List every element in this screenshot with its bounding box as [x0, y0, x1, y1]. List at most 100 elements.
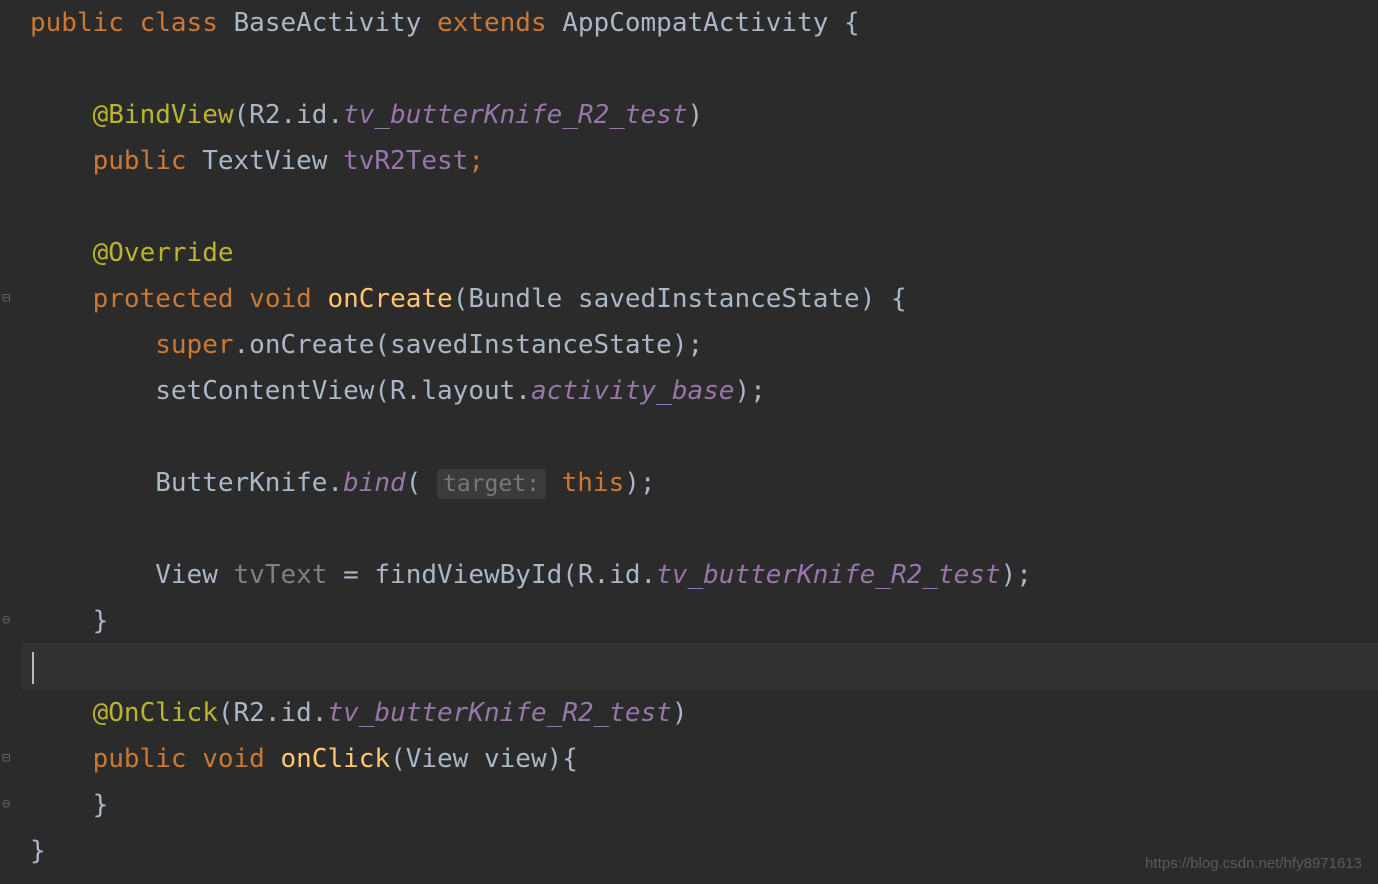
keyword: super — [155, 330, 233, 360]
paren-semi: ); — [734, 376, 765, 406]
dot: . — [327, 100, 343, 130]
fold-icon[interactable]: ⊟ — [2, 290, 10, 306]
local-var: tvText — [234, 560, 328, 590]
param-type: View — [406, 744, 469, 774]
code-line-empty[interactable] — [22, 506, 1378, 552]
field-ref: id — [609, 560, 640, 590]
method-call: setContentView — [155, 376, 374, 406]
code-line-empty[interactable] — [22, 184, 1378, 230]
superclass: AppCompatActivity — [562, 8, 828, 38]
semicolon: ; — [468, 146, 484, 176]
paren-semi: ); — [672, 330, 703, 360]
code-line[interactable]: View tvText = findViewById(R.id.tv_butte… — [22, 552, 1378, 598]
code-line[interactable]: protected void onCreate(Bundle savedInst… — [22, 276, 1378, 322]
dot: . — [312, 698, 328, 728]
keyword: extends — [437, 8, 547, 38]
dot: . — [594, 560, 610, 590]
parameter-hint: target: — [437, 469, 546, 499]
assign: = — [327, 560, 374, 590]
paren: ( — [453, 284, 469, 314]
code-line[interactable]: @OnClick(R2.id.tv_butterKnife_R2_test) — [22, 690, 1378, 736]
paren: ( — [406, 468, 422, 498]
type: TextView — [202, 146, 327, 176]
code-line[interactable]: @BindView(R2.id.tv_butterKnife_R2_test) — [22, 92, 1378, 138]
text-cursor — [32, 652, 34, 684]
param-name: view — [484, 744, 547, 774]
dot: . — [327, 468, 343, 498]
argument: savedInstanceState — [390, 330, 672, 360]
annotation: @OnClick — [93, 698, 218, 728]
code-editor[interactable]: ⊟ ⊖ ⊟ ⊖ public class BaseActivity extend… — [0, 0, 1378, 884]
keyword: void — [249, 284, 312, 314]
class-ref: ButterKnife — [155, 468, 327, 498]
dot: . — [641, 560, 657, 590]
watermark: https://blog.csdn.net/hfy8971613 — [1145, 855, 1362, 872]
brace: { — [828, 8, 859, 38]
class-name: BaseActivity — [234, 8, 422, 38]
code-line[interactable]: super.onCreate(savedInstanceState); — [22, 322, 1378, 368]
fold-icon[interactable]: ⊖ — [2, 612, 10, 628]
field-ref: id — [296, 100, 327, 130]
paren: ( — [218, 698, 234, 728]
paren: ) — [687, 100, 703, 130]
keyword: public — [30, 8, 124, 38]
keyword: this — [562, 468, 625, 498]
paren-semi: ); — [1001, 560, 1032, 590]
code-line[interactable]: setContentView(R.layout.activity_base); — [22, 368, 1378, 414]
code-line-empty[interactable] — [22, 414, 1378, 460]
code-line[interactable]: public TextView tvR2Test; — [22, 138, 1378, 184]
type: View — [155, 560, 218, 590]
gutter: ⊟ ⊖ ⊟ ⊖ — [0, 0, 22, 884]
dot: . — [406, 376, 422, 406]
code-line[interactable]: } — [22, 782, 1378, 828]
dot: . — [515, 376, 531, 406]
method-name: onClick — [280, 744, 390, 774]
class-ref: R2 — [249, 100, 280, 130]
static-method: bind — [343, 468, 406, 498]
method-call: findViewById — [374, 560, 562, 590]
field-ref: layout — [421, 376, 515, 406]
brace: } — [93, 606, 109, 636]
annotation: @Override — [93, 238, 234, 268]
resource-id: tv_butterKnife_R2_test — [327, 698, 671, 728]
paren-brace: ){ — [547, 744, 578, 774]
brace: } — [30, 836, 46, 866]
paren-brace: ) { — [860, 284, 907, 314]
resource-id: activity_base — [531, 376, 735, 406]
code-line-current[interactable] — [22, 644, 1378, 690]
method-call: onCreate — [249, 330, 374, 360]
resource-id: tv_butterKnife_R2_test — [343, 100, 687, 130]
fold-icon[interactable]: ⊟ — [2, 750, 10, 766]
code-line[interactable]: } — [22, 598, 1378, 644]
dot: . — [234, 330, 250, 360]
class-ref: R — [578, 560, 594, 590]
class-ref: R2 — [234, 698, 265, 728]
paren: ( — [390, 744, 406, 774]
dot: . — [280, 100, 296, 130]
code-line[interactable]: ButterKnife.bind( target: this); — [22, 460, 1378, 506]
method-name: onCreate — [327, 284, 452, 314]
keyword: public — [93, 744, 187, 774]
code-line[interactable]: public class BaseActivity extends AppCom… — [22, 0, 1378, 46]
keyword: protected — [93, 284, 234, 314]
keyword: class — [140, 8, 218, 38]
brace: } — [93, 790, 109, 820]
code-line-empty[interactable] — [22, 46, 1378, 92]
fold-icon[interactable]: ⊖ — [2, 796, 10, 812]
code-content[interactable]: public class BaseActivity extends AppCom… — [22, 0, 1378, 884]
dot: . — [265, 698, 281, 728]
paren: ( — [374, 330, 390, 360]
resource-id: tv_butterKnife_R2_test — [656, 560, 1000, 590]
paren: ( — [374, 376, 390, 406]
code-line[interactable]: @Override — [22, 230, 1378, 276]
paren: ) — [672, 698, 688, 728]
keyword: public — [93, 146, 187, 176]
paren-semi: ); — [624, 468, 655, 498]
param-name: savedInstanceState — [578, 284, 860, 314]
keyword: void — [202, 744, 265, 774]
param-type: Bundle — [468, 284, 562, 314]
annotation: @BindView — [93, 100, 234, 130]
class-ref: R — [390, 376, 406, 406]
code-line[interactable]: public void onClick(View view){ — [22, 736, 1378, 782]
paren: ( — [234, 100, 250, 130]
